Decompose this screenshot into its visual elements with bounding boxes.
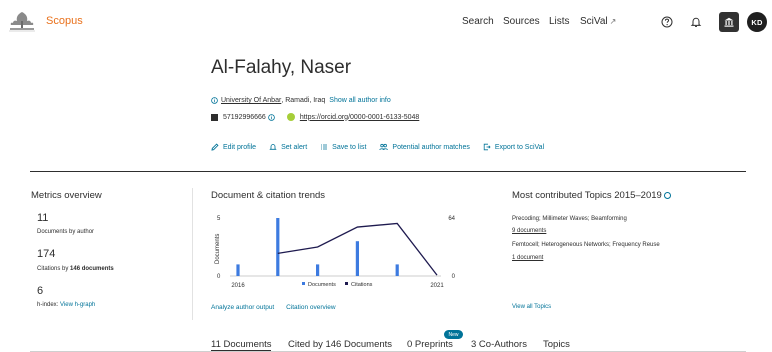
scopus-id-icon [211,113,218,121]
affiliation-line: University Of Anbar , Ramadi, Iraq Show … [211,97,391,104]
potential-author-matches-button[interactable]: Potential author matches [379,143,470,151]
affiliation-link[interactable]: University Of Anbar [221,97,281,104]
legend-label-citations: Citations [351,282,373,288]
chart-bar-documents [236,264,240,276]
chart-links: Analyze author output Citation overview [211,304,336,311]
orcid-link[interactable]: https://orcid.org/0000-0001-6133-5048 [300,114,419,121]
orcid-icon [286,113,295,121]
citation-overview-link[interactable]: Citation overview [286,304,336,311]
edit-profile-label: Edit profile [223,143,257,151]
legend-swatch-citations [345,282,348,285]
legend-label-documents: Documents [308,282,336,288]
nav-search[interactable]: Search [462,16,494,27]
view-h-graph-link[interactable]: View h-graph [60,302,95,308]
y-axis-label-left: Documents [215,234,221,264]
profile-actions: Edit profile Set alert Save to list Pote… [211,143,557,151]
author-id: 57192996666 [223,113,266,121]
h-index-label: h-index: View h-graph [37,302,95,308]
analyze-author-output-link[interactable]: Analyze author output [211,304,274,311]
info-circle-icon[interactable] [268,113,275,121]
h-index-label-text: h-index: [37,302,61,308]
h-index-value: 6 [37,285,44,297]
pencil-icon [211,143,219,151]
y-tick-left: 5 [217,216,221,222]
elsevier-logo[interactable] [6,9,38,33]
tab-preprints[interactable]: 0 Preprints [407,339,453,350]
x-tick-label: 2021 [430,283,444,289]
chart-bar-documents [316,264,320,276]
export-to-scival-label: Export to SciVal [494,143,545,151]
list-icon [321,144,328,150]
new-badge: New [444,330,463,339]
chart-bar-documents [276,218,280,276]
topic-documents-link[interactable]: 9 documents [512,228,546,234]
scopus-brand[interactable]: Scopus [46,15,83,27]
nav-scival-label: SciVal [580,16,608,27]
set-alert-button[interactable]: Set alert [269,143,307,151]
top-header: Scopus Search Sources Lists SciVal ↗ KD [0,0,772,44]
documents-label: Documents by author [37,229,95,235]
bell-icon [269,144,277,150]
user-avatar[interactable]: KD [747,12,767,32]
chart-bar-documents [355,241,359,276]
metrics-separator [192,188,193,320]
metrics-overview-title: Metrics overview [31,190,102,201]
section-divider [30,171,746,172]
y-tick-right: 0 [452,274,455,280]
bell-icon[interactable] [686,12,706,32]
topic-item[interactable]: Femtocell; Heterogeneous Networks; Frequ… [512,242,660,248]
citations-label-docs: 146 documents [70,266,114,272]
topic-documents-link[interactable]: 1 document [512,255,543,261]
topic-item[interactable]: Precoding; Millimeter Waves; Beamforming [512,216,627,222]
nav-lists[interactable]: Lists [549,16,570,27]
citations-label: Citations by 146 documents [37,266,114,272]
topics-title-text: Most contributed Topics 2015–2019 [512,190,662,201]
citations-label-prefix: Citations by [37,266,71,272]
save-to-list-button[interactable]: Save to list [320,143,366,151]
y-tick-right: 64 [448,216,455,222]
tab-cited-by[interactable]: Cited by 146 Documents [288,339,392,350]
info-circle-icon[interactable] [663,191,671,199]
nav-sources[interactable]: Sources [503,16,540,27]
topics-title: Most contributed Topics 2015–2019 [512,190,671,201]
affiliation-location: , Ramadi, Iraq [281,97,326,104]
edit-profile-button[interactable]: Edit profile [211,143,256,151]
external-link-icon: ↗ [609,17,617,26]
tab-topics[interactable]: Topics [543,339,570,350]
set-alert-label: Set alert [281,143,308,151]
author-identifiers: 57192996666 https://orcid.org/0000-0001-… [211,113,419,121]
info-circle-icon [211,97,218,104]
institution-icon[interactable] [719,12,739,32]
view-all-topics-link[interactable]: View all Topics [512,304,551,310]
documents-count: 11 [37,212,49,224]
chart-bar-documents [395,264,399,276]
x-tick-label: 2016 [231,283,245,289]
legend-swatch-documents [302,282,305,285]
save-to-list-label: Save to list [332,143,367,151]
tab-documents[interactable]: 11 Documents [211,339,272,350]
citations-count: 174 [37,248,56,260]
potential-author-matches-label: Potential author matches [392,143,470,151]
trends-title: Document & citation trends [211,190,326,201]
document-citation-chart: 5 0 64 0 Documents Citations 2016 2021 Documents… [215,216,455,289]
tab-co-authors[interactable]: 3 Co-Authors [471,339,527,350]
show-all-author-info-link[interactable]: Show all author info [329,97,390,104]
export-to-scival-button[interactable]: Export to SciVal [483,143,544,151]
export-icon [483,143,491,151]
y-tick-left: 0 [217,274,221,280]
author-name: Al-Falahy, Naser [211,57,352,78]
people-icon [379,143,389,151]
nav-scival[interactable]: SciVal ↗ [580,16,616,27]
help-icon[interactable] [657,12,677,32]
